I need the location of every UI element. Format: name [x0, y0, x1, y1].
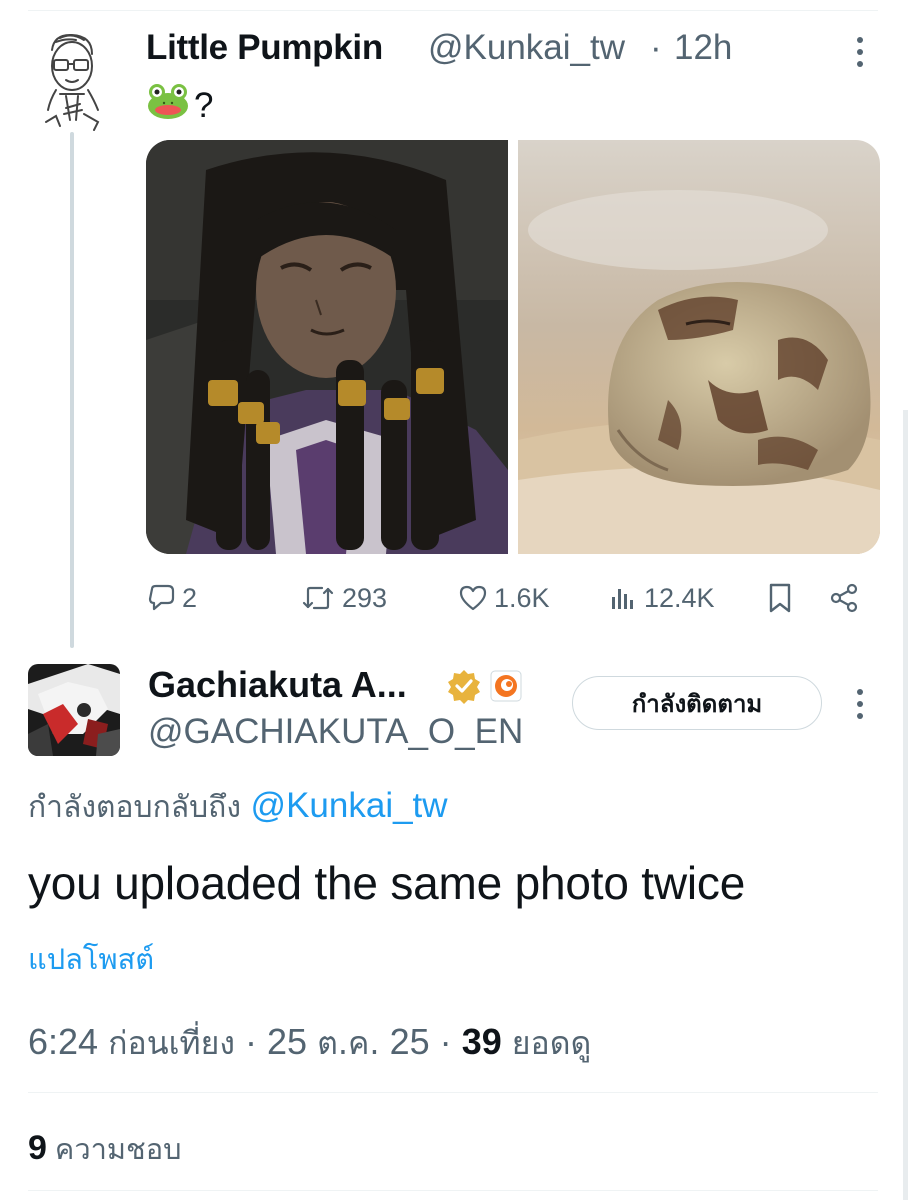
- post-text: ?: [146, 82, 213, 129]
- post-date-month[interactable]: ต.ค.: [317, 1018, 380, 1069]
- repost-icon: [300, 583, 336, 613]
- separator-dot: ·: [650, 28, 662, 67]
- verified-badge-icon[interactable]: [446, 668, 482, 704]
- sketch-avatar-icon: [45, 33, 100, 131]
- analytics-bars-icon: [608, 583, 638, 613]
- media-image-desert-frog[interactable]: [518, 140, 880, 554]
- post-time-period[interactable]: ก่อนเที่ยง: [108, 1018, 235, 1069]
- replying-to-line: กำลังตอบกลับถึง @Kunkai_tw: [28, 784, 448, 831]
- divider: [28, 1092, 878, 1093]
- post-text-content: ?: [194, 85, 214, 125]
- thread-connector-line: [70, 132, 74, 648]
- media-grid[interactable]: [146, 140, 880, 554]
- post-time[interactable]: 6:24: [28, 1021, 98, 1063]
- share-icon: [828, 582, 860, 614]
- reply-icon: [146, 583, 176, 613]
- top-divider: [28, 10, 878, 11]
- user-avatar-gachiakuta[interactable]: [28, 664, 120, 756]
- reply-count: 2: [182, 582, 198, 613]
- post-timestamp-line: 6:24 ก่อนเที่ยง · 25 ต.ค. 25 · 39 ยอดดู: [28, 1018, 591, 1069]
- views-count: 39: [461, 1021, 502, 1062]
- divider: [28, 1190, 878, 1191]
- reply-author-display-name[interactable]: Gachiakuta A...: [148, 664, 407, 706]
- author-handle[interactable]: @Kunkai_tw: [428, 28, 625, 68]
- author-display-name[interactable]: Little Pumpkin: [146, 28, 383, 68]
- bookmark-action[interactable]: [766, 578, 794, 618]
- frog-emoji-icon: [146, 82, 190, 129]
- scrollbar-track[interactable]: [903, 410, 908, 1200]
- more-options-icon[interactable]: [846, 34, 874, 70]
- repost-count: 293: [342, 582, 388, 613]
- reply-action[interactable]: 2: [146, 578, 197, 618]
- views-label: ยอดดู: [511, 1024, 592, 1062]
- post-date-year[interactable]: 25: [390, 1021, 430, 1063]
- separator-dot: ·: [439, 1021, 452, 1062]
- more-options-icon[interactable]: [846, 686, 874, 722]
- like-action[interactable]: 1.6K: [458, 578, 550, 618]
- reply-text: you uploaded the same photo twice: [28, 857, 746, 909]
- views-count: 12.4K: [644, 582, 715, 613]
- following-button[interactable]: กำลังติดตาม: [572, 676, 822, 730]
- post-time[interactable]: 12h: [674, 28, 732, 68]
- translate-post-link[interactable]: แปลโพสต์: [28, 936, 154, 982]
- reply-author-handle[interactable]: @GACHIAKUTA_O_EN: [148, 712, 523, 752]
- share-action[interactable]: [828, 578, 860, 618]
- views-action[interactable]: 12.4K: [608, 578, 715, 618]
- likes-label: ความชอบ: [54, 1132, 182, 1166]
- replying-to-mention[interactable]: @Kunkai_tw: [251, 786, 448, 825]
- likes-summary[interactable]: 9 ความชอบ: [28, 1126, 182, 1172]
- repost-action[interactable]: 293: [300, 578, 387, 618]
- likes-count: 9: [28, 1129, 47, 1167]
- media-image-anime-character[interactable]: [146, 140, 508, 554]
- bookmark-icon: [766, 582, 794, 614]
- like-count: 1.6K: [494, 582, 550, 613]
- user-avatar-little-pumpkin[interactable]: [36, 30, 108, 132]
- separator-dot: ·: [244, 1021, 257, 1062]
- affiliate-badge-icon[interactable]: [490, 670, 522, 702]
- heart-icon: [458, 583, 488, 613]
- replying-to-label: กำลังตอบกลับถึง: [28, 790, 241, 825]
- post-date-day[interactable]: 25: [267, 1021, 307, 1063]
